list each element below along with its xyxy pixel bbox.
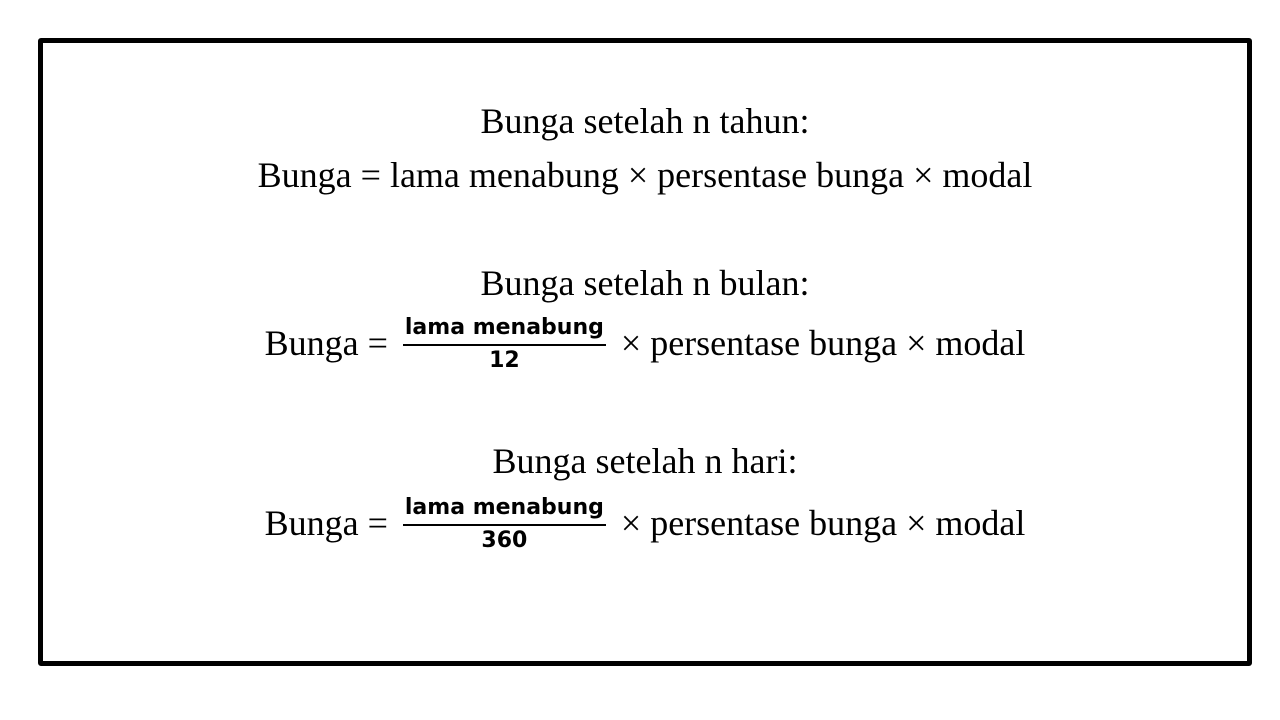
formula-lhs: Bunga = [264, 502, 397, 543]
fraction-denominator: 360 [481, 528, 528, 553]
fraction: lama menabung 360 [402, 495, 606, 554]
formula-box: Bunga setelah n tahun: Bunga = lama mena… [38, 38, 1252, 666]
fraction: lama menabung 12 [402, 315, 606, 374]
formula-lhs: Bunga = [257, 155, 390, 195]
formula-rhs: × persentase bunga × modal [611, 322, 1026, 363]
fraction-denominator: 12 [489, 348, 520, 373]
formula-rhs: lama menabung × persentase bunga × modal [389, 155, 1033, 195]
heading-daily: Bunga setelah n hari: [492, 441, 798, 481]
formula-rhs: × persentase bunga × modal [611, 502, 1026, 543]
formula-lhs: Bunga = [264, 322, 397, 363]
fraction-numerator: lama menabung [402, 315, 606, 346]
formula-yearly: Bunga = lama menabung × persentase bunga… [43, 155, 1247, 195]
heading-yearly: Bunga setelah n tahun: [480, 101, 810, 141]
heading-monthly: Bunga setelah n bulan: [480, 263, 810, 303]
fraction-numerator: lama menabung [402, 495, 606, 526]
formula-monthly: Bunga = lama menabung 12 × persentase bu… [43, 313, 1247, 374]
formula-daily: Bunga = lama menabung 360 × persentase b… [43, 493, 1247, 554]
